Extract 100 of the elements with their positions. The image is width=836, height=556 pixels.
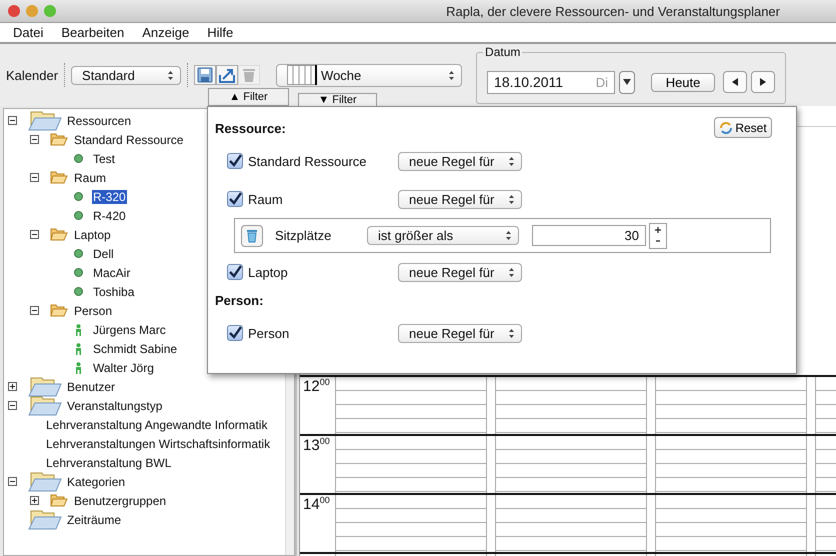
tree-item[interactable]: MacAir: [92, 266, 132, 280]
tree-item[interactable]: Ressourcen: [66, 114, 132, 128]
tree-item[interactable]: Standard Ressource: [73, 132, 184, 146]
folder-icon: [50, 171, 68, 184]
export-icon: [219, 67, 236, 83]
caret-icon: [623, 79, 632, 85]
resource-dot-icon: [74, 154, 83, 163]
collapse-icon[interactable]: [8, 116, 17, 125]
hour-label: 12$^{00}$: [302, 378, 330, 395]
updown-icon: [508, 194, 515, 204]
tree-item[interactable]: Person: [73, 304, 114, 318]
updown-icon: [508, 328, 515, 338]
person-icon: [75, 324, 82, 336]
menu-item[interactable]: Anzeige: [133, 25, 198, 40]
updown-icon: [508, 266, 515, 278]
folder-icon: [28, 396, 62, 416]
tree-item[interactable]: Lehrveranstaltungen Wirtschaftsinformatik: [45, 436, 272, 450]
folder-icon: [28, 110, 62, 130]
checkbox[interactable]: [227, 325, 243, 341]
view-select[interactable]: Woche: [276, 64, 462, 86]
collapse-icon[interactable]: [30, 230, 39, 239]
tree-item[interactable]: Benutzergruppen: [73, 494, 168, 508]
resource-dot-icon: [74, 211, 83, 220]
next-button[interactable]: [751, 71, 776, 93]
tree-item[interactable]: Test: [92, 152, 116, 166]
tree-item[interactable]: Benutzer: [66, 380, 116, 394]
collapse-icon[interactable]: [30, 135, 39, 144]
rule-select[interactable]: neue Regel für: [398, 190, 522, 208]
folder-icon: [50, 304, 68, 317]
delete-rule-button[interactable]: [241, 224, 263, 246]
folder-icon: [28, 472, 62, 492]
filter-button[interactable]: ▼ Filter: [298, 93, 377, 107]
folder-icon: [50, 133, 68, 146]
updown-icon: [167, 70, 174, 80]
menu-item[interactable]: Bearbeiten: [52, 25, 134, 40]
rule-select[interactable]: neue Regel für: [398, 152, 522, 170]
folder-icon: [28, 376, 62, 396]
hour-label: 14$^{00}$: [302, 496, 330, 513]
filter-button[interactable]: ▲ Filter: [208, 88, 289, 106]
attribute-label: Sitzplätze: [275, 228, 332, 243]
collapse-icon[interactable]: [8, 477, 17, 486]
today-button[interactable]: Heute: [651, 72, 716, 92]
menu-item[interactable]: Hilfe: [198, 25, 242, 40]
checkbox-label: Laptop: [248, 264, 289, 280]
expand-icon[interactable]: [30, 496, 39, 505]
tree-item[interactable]: Raum: [73, 170, 108, 184]
tree-item[interactable]: R-420: [92, 208, 127, 222]
spinner[interactable]: [649, 222, 667, 248]
right-arrow-icon: [760, 78, 766, 86]
collapse-icon[interactable]: [30, 306, 39, 315]
close-icon[interactable]: [8, 5, 20, 17]
tree-item[interactable]: Veranstaltungstyp: [66, 398, 164, 412]
rule-select[interactable]: neue Regel für: [398, 262, 522, 282]
tree-item[interactable]: Toshiba: [92, 284, 136, 298]
updown-icon: [448, 70, 456, 80]
save-button[interactable]: [194, 65, 216, 85]
previous-button[interactable]: [723, 71, 748, 93]
tree-item[interactable]: Schmidt Sabine: [92, 342, 178, 356]
operator-select[interactable]: ist größer als: [367, 226, 519, 245]
export-button[interactable]: [216, 65, 238, 85]
folder-icon: [50, 494, 68, 507]
refresh-icon: [719, 120, 734, 134]
rule-select[interactable]: neue Regel für: [398, 324, 522, 342]
tree-item[interactable]: Zeiträume: [66, 512, 122, 526]
checkbox[interactable]: [227, 153, 243, 169]
checkbox-label: Raum: [248, 192, 284, 206]
resource-dot-icon: [74, 287, 83, 296]
updown-icon: [508, 156, 515, 166]
collapse-icon[interactable]: [8, 401, 17, 410]
number-field[interactable]: 30: [532, 225, 646, 246]
menu-item[interactable]: Datei: [4, 25, 52, 40]
trash-icon: [241, 67, 258, 83]
week-grid-icon: [287, 65, 318, 85]
folder-icon: [28, 510, 62, 530]
resource-dot-icon: [74, 249, 83, 258]
checkbox-label: Person: [248, 326, 290, 340]
updown-icon: [505, 230, 512, 241]
tree-item[interactable]: Lehrveranstaltung Angewandte Informatik: [45, 418, 268, 432]
collapse-icon[interactable]: [30, 173, 39, 182]
checkbox-label: Standard Ressource: [248, 154, 368, 168]
date-field[interactable]: 18.10.2011 Di: [487, 70, 616, 94]
tree-item[interactable]: Walter Jörg: [92, 360, 155, 374]
reset-button[interactable]: Reset: [714, 117, 772, 138]
tree-item[interactable]: Lehrveranstaltung BWL: [45, 456, 172, 470]
section-title: Ressource:: [215, 121, 286, 136]
checkbox[interactable]: [227, 264, 243, 280]
floppy-icon: [197, 67, 214, 83]
tree-item[interactable]: R-320: [92, 190, 127, 204]
window-title: Rapla, der clevere Ressourcen- und Veranstaltungsplaner: [446, 4, 780, 18]
section-title: Person:: [215, 293, 264, 308]
checkbox[interactable]: [227, 191, 243, 207]
tree-item[interactable]: Dell: [92, 246, 115, 260]
trash-icon: [246, 228, 258, 242]
tree-item[interactable]: Jürgens Marc: [92, 322, 167, 336]
expand-icon[interactable]: [8, 382, 17, 391]
tree-item[interactable]: Kategorien: [66, 474, 126, 488]
calendar-select[interactable]: Standard: [71, 66, 182, 84]
person-icon: [75, 362, 82, 374]
tree-item[interactable]: Laptop: [73, 228, 112, 242]
date-dropdown-button[interactable]: [619, 70, 636, 94]
